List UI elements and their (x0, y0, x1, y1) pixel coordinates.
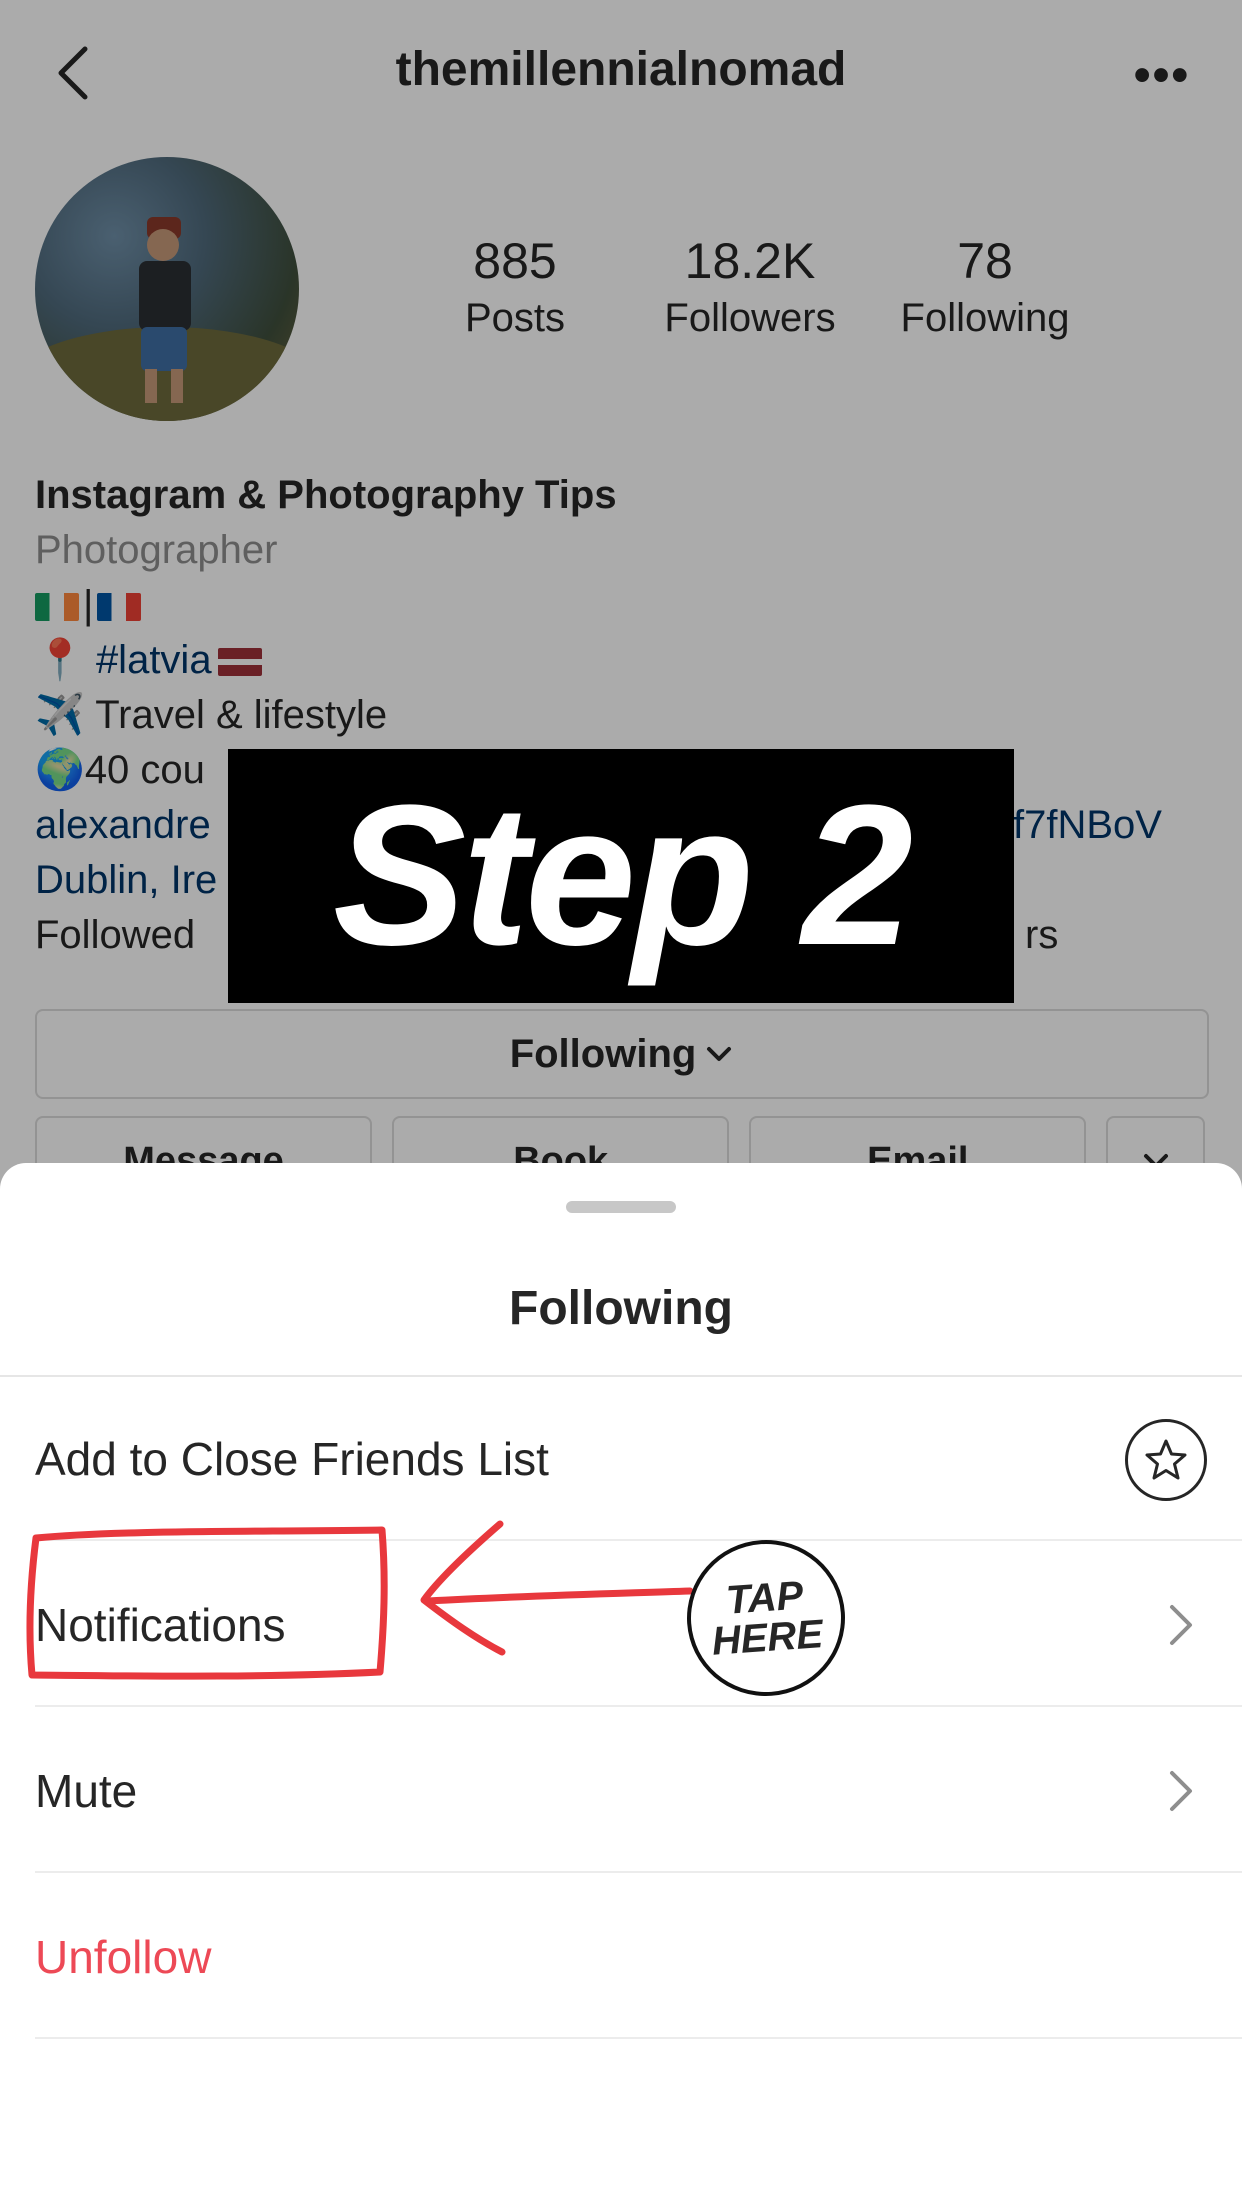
step-text: Step 2 (332, 764, 913, 987)
option-add-close-friends[interactable]: Add to Close Friends List (35, 1377, 1242, 1541)
sheet-title: Following (509, 1282, 733, 1335)
chevron-right-icon (1170, 1605, 1192, 1645)
here-text: HERE (710, 1612, 825, 1664)
sheet-grabber[interactable] (566, 1201, 676, 1213)
option-label: Add to Close Friends List (35, 1433, 549, 1485)
option-separator (35, 1871, 1242, 1873)
option-label: Unfollow (35, 1931, 212, 1983)
dim-overlay[interactable] (0, 0, 1242, 1200)
option-unfollow[interactable]: Unfollow (35, 1875, 1242, 2039)
option-separator (35, 1539, 1242, 1541)
following-bottom-sheet: Following Add to Close Friends List Noti… (0, 1163, 1242, 2208)
option-notifications[interactable]: Notifications (35, 1543, 1242, 1707)
option-label: Mute (35, 1765, 138, 1817)
star-icon (1125, 1419, 1207, 1501)
step-banner: Step 2 (228, 749, 1014, 1003)
profile-page: themillennialnomad ••• 885 Posts 18.2K F… (0, 0, 1242, 1206)
option-separator (35, 1705, 1242, 1707)
option-mute[interactable]: Mute (35, 1709, 1242, 1873)
chevron-right-icon (1170, 1771, 1192, 1811)
option-separator (35, 2037, 1242, 2039)
option-label: Notifications (35, 1599, 286, 1651)
screen: themillennialnomad ••• 885 Posts 18.2K F… (0, 0, 1242, 2208)
